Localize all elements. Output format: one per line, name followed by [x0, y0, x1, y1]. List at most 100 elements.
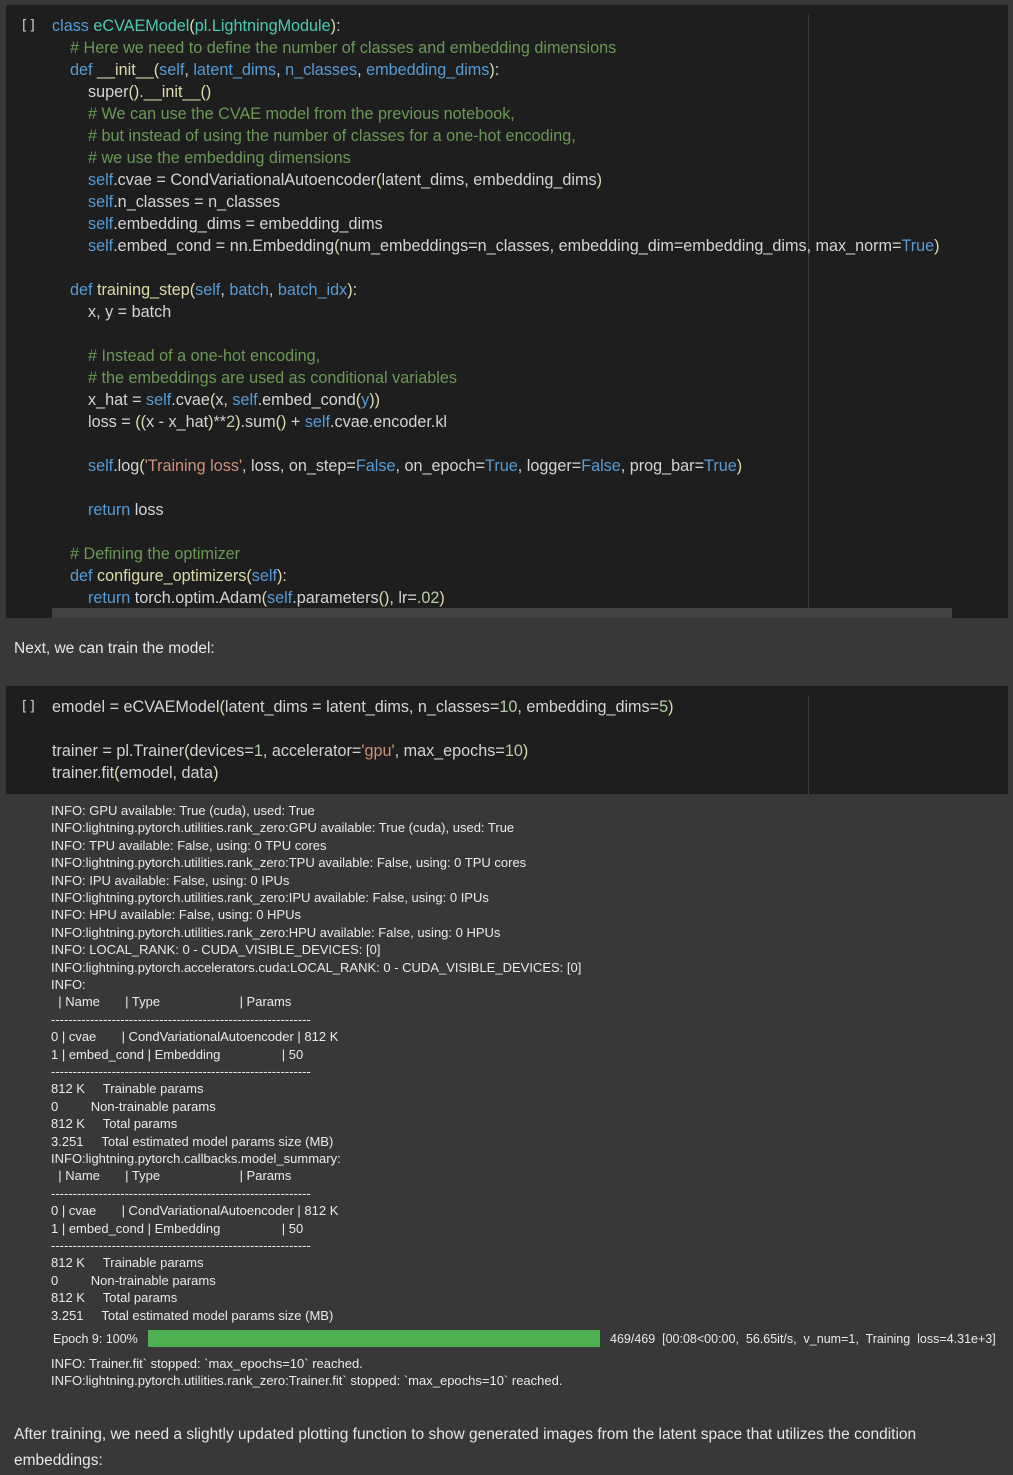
code-token: , accelerator= [262, 742, 362, 760]
code-token: True [704, 457, 737, 475]
code-cell-1[interactable]: [] class eCVAEModel(pl.LightningModule):… [6, 5, 1008, 618]
code-token: + [286, 413, 305, 431]
code-token: configure_optimizers [97, 567, 247, 585]
log-line: ----------------------------------------… [51, 1238, 311, 1253]
code-token: y [361, 391, 370, 409]
log-line: INFO:lightning.pytorch.callbacks.model_s… [51, 1151, 341, 1166]
code-line: def __init__(self, latent_dims, n_classe… [52, 59, 940, 81]
code-token: class [52, 17, 94, 35]
code-token: pl.LightningModule [194, 17, 331, 35]
code-token: super [52, 83, 129, 101]
code-token: ) [668, 698, 674, 716]
code-line: def configure_optimizers(self): [52, 565, 940, 587]
log-line: INFO:lightning.pytorch.utilities.rank_ze… [51, 1373, 563, 1389]
code-token: return [87, 501, 131, 519]
code-line: # Instead of a one-hot encoding, [52, 345, 940, 367]
log-line: INFO:lightning.pytorch.accelerators.cuda… [51, 959, 582, 975]
code-line: self.embed_cond = nn.Embedding(num_embed… [52, 235, 940, 257]
horizontal-scrollbar[interactable] [52, 608, 952, 618]
code-token: ) [213, 764, 219, 782]
log-line: 1 | embed_cond | Embedding | 50 [51, 1220, 304, 1236]
code-token: .sum [240, 413, 276, 431]
code-token: ** [213, 413, 227, 431]
code-token: , lr= [389, 589, 417, 607]
code-token: 'gpu' [361, 742, 395, 760]
code-token: self [267, 589, 293, 607]
code-editor[interactable]: class eCVAEModel(pl.LightningModule): # … [52, 15, 940, 609]
code-line: x_hat = self.cvae(x, self.embed_cond(y)) [52, 389, 940, 411]
code-token: self [251, 567, 277, 585]
log-line: INFO: [51, 977, 86, 992]
code-token: x_hat = [52, 391, 147, 409]
code-line: super().__init__() [52, 81, 940, 103]
code-token: .parameters [292, 589, 379, 607]
code-token: () [275, 413, 287, 431]
ruler-line [808, 696, 809, 794]
code-token: def [70, 61, 98, 79]
code-line: loss = ((x - x_hat)**2).sum() + self.cva… [52, 411, 940, 433]
log-line: 812 K Trainable params [51, 1255, 204, 1271]
code-token: () [128, 83, 140, 101]
code-token: self [87, 171, 114, 189]
log-line: 0 | cvae | CondVariationalAutoencoder | … [51, 1029, 339, 1045]
code-line: self.embedding_dims = embedding_dims [52, 213, 940, 235]
code-token: , on_epoch= [395, 457, 486, 475]
code-token: 2 [226, 413, 236, 431]
code-line: # the embeddings are used as conditional… [52, 367, 940, 389]
code-token: torch.optim.Adam [130, 589, 262, 607]
code-token: emodel, data [119, 764, 214, 782]
code-token: self [159, 61, 185, 79]
log-line: | Name | Type | Params [51, 1168, 292, 1184]
code-token: True [901, 237, 935, 255]
code-token: __init__ [97, 61, 154, 79]
run-cell-button[interactable]: [] [20, 16, 40, 36]
code-editor[interactable]: emodel = eCVAEModel(latent_dims = latent… [52, 696, 674, 784]
code-line: self.log('Training loss', loss, on_step=… [52, 455, 940, 477]
log-line: | Name | Type | Params [51, 994, 292, 1010]
code-token: devices= [189, 742, 254, 760]
log-line: INFO:lightning.pytorch.utilities.rank_ze… [51, 855, 527, 871]
log-line: ----------------------------------------… [51, 1064, 311, 1079]
code-token: .log [113, 457, 140, 475]
log-line: INFO: IPU available: False, using: 0 IPU… [51, 872, 290, 888]
code-token: () [378, 589, 390, 607]
log-line: 812 K Trainable params [51, 1081, 204, 1097]
code-token: trainer.fit [52, 764, 115, 782]
code-token: ) [596, 171, 602, 189]
code-token: x - x_hat [146, 413, 209, 431]
code-token: latent_dims = latent_dims, n_classes= [224, 698, 500, 716]
code-token: , loss, on_step= [242, 457, 356, 475]
code-token: # Here we need to define the number of c… [70, 39, 617, 57]
code-token: loss [130, 501, 164, 519]
code-token: n_classes [285, 61, 358, 79]
code-token: 5 [659, 698, 669, 716]
code-token: () [200, 83, 212, 101]
code-token: .cvae.encoder.kl [330, 413, 448, 431]
code-token: # we use the embedding dimensions [87, 149, 351, 167]
code-token: .embedding_dims = embedding_dims [113, 215, 383, 233]
code-cell-2[interactable]: [] emodel = eCVAEModel(latent_dims = lat… [6, 686, 1008, 794]
code-token: )) [369, 391, 380, 409]
log-line: 0 Non-trainable params [51, 1272, 216, 1288]
code-token: True [485, 457, 518, 475]
run-cell-button[interactable]: [] [20, 697, 40, 717]
code-token: self [87, 193, 114, 211]
code-token: self [87, 457, 114, 475]
code-token: x, [215, 391, 233, 409]
code-token: , logger= [517, 457, 582, 475]
